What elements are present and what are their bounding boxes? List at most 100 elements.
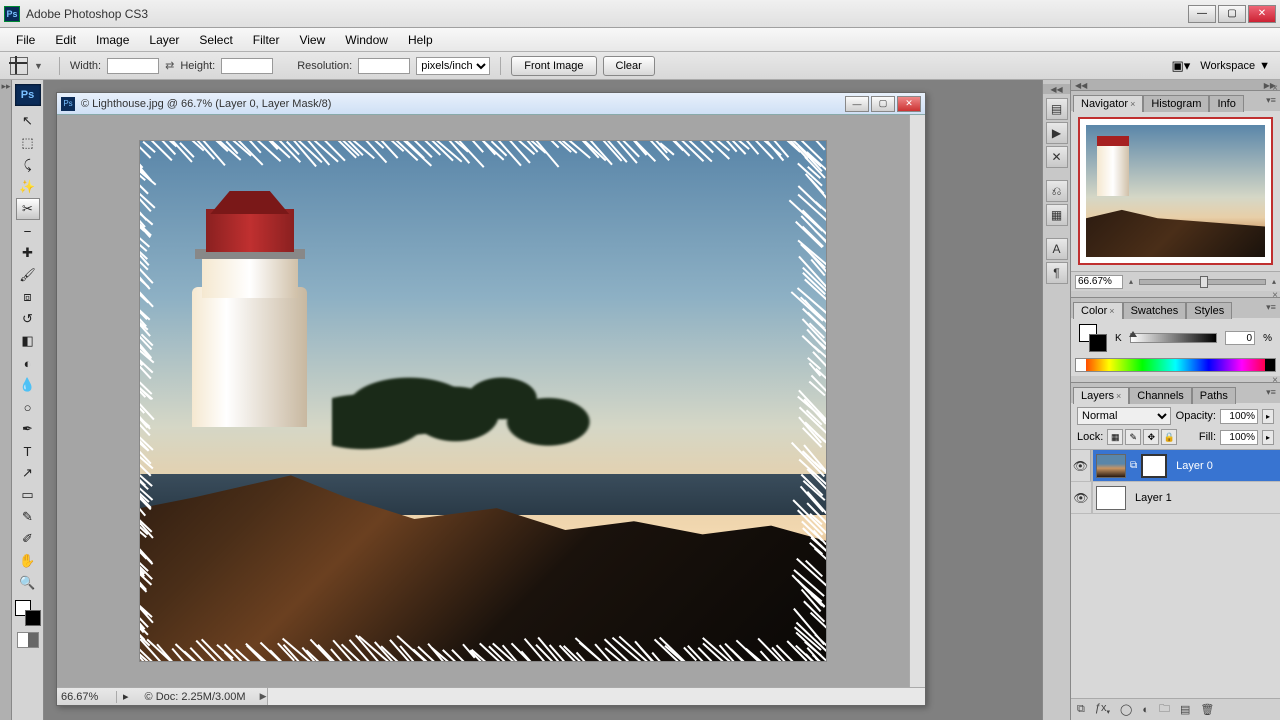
tab-styles[interactable]: Styles bbox=[1186, 302, 1232, 319]
eyedropper-tool[interactable]: ✐ bbox=[16, 528, 40, 550]
character-icon[interactable]: A bbox=[1046, 238, 1068, 260]
menu-filter[interactable]: Filter bbox=[243, 33, 290, 47]
document-canvas[interactable] bbox=[140, 141, 826, 661]
panel-menu-icon[interactable]: ▾≡ bbox=[1264, 385, 1278, 399]
resolution-units-select[interactable]: pixels/inch bbox=[416, 57, 490, 75]
minimize-button[interactable]: — bbox=[1188, 5, 1216, 23]
layer-mask-icon[interactable]: ◯ bbox=[1120, 703, 1132, 716]
resolution-input[interactable] bbox=[358, 58, 410, 74]
lasso-tool[interactable]: ⤹ bbox=[16, 154, 40, 176]
new-layer-icon[interactable]: ▤ bbox=[1180, 703, 1190, 716]
horizontal-scrollbar[interactable] bbox=[267, 688, 926, 705]
opacity-flyout-icon[interactable]: ▸ bbox=[1262, 409, 1274, 424]
blend-mode-select[interactable]: Normal bbox=[1077, 407, 1171, 425]
tab-info[interactable]: Info bbox=[1209, 95, 1243, 112]
brushes-icon[interactable]: ▤ bbox=[1046, 98, 1068, 120]
vertical-scrollbar[interactable] bbox=[909, 115, 925, 687]
panels-collapse-bar[interactable]: ◀◀▶▶ bbox=[1071, 80, 1280, 90]
panel-menu-icon[interactable]: ▾≡ bbox=[1264, 300, 1278, 314]
layer-row[interactable]: 👁 Layer 1 bbox=[1071, 482, 1280, 514]
layer-name[interactable]: Layer 0 bbox=[1170, 460, 1213, 472]
path-select-tool[interactable]: ↗ bbox=[16, 462, 40, 484]
menu-layer[interactable]: Layer bbox=[139, 33, 189, 47]
actions-icon[interactable]: ▦ bbox=[1046, 204, 1068, 226]
marquee-tool[interactable]: ⬚ bbox=[16, 132, 40, 154]
background-swatch[interactable] bbox=[25, 610, 41, 626]
hand-tool[interactable]: ✋ bbox=[16, 550, 40, 572]
lock-all-icon[interactable]: 🔒 bbox=[1161, 429, 1177, 445]
k-slider[interactable] bbox=[1130, 333, 1217, 343]
adjustment-layer-icon[interactable]: ◐ bbox=[1142, 704, 1149, 716]
toolbox-grip-strip[interactable]: ▸▸ bbox=[0, 80, 12, 720]
lock-pixels-icon[interactable]: ✎ bbox=[1125, 429, 1141, 445]
workspace-menu[interactable]: Workspace ▼ bbox=[1200, 60, 1270, 72]
pen-tool[interactable]: ✒ bbox=[16, 418, 40, 440]
crop-tool[interactable]: ✂ bbox=[16, 198, 40, 220]
layer-thumbnail[interactable] bbox=[1096, 486, 1126, 510]
navigator-zoom-input[interactable] bbox=[1075, 275, 1123, 289]
zoom-in-icon[interactable]: ▴ bbox=[1272, 277, 1276, 286]
height-input[interactable] bbox=[221, 58, 273, 74]
navigator-thumbnail[interactable] bbox=[1078, 117, 1273, 265]
zoom-tool[interactable]: 🔍 bbox=[16, 572, 40, 594]
tool-presets-icon[interactable]: ✕ bbox=[1046, 146, 1068, 168]
color-ramp[interactable] bbox=[1075, 358, 1276, 372]
clone-source-icon[interactable]: ▶ bbox=[1046, 122, 1068, 144]
zoom-readout[interactable]: 66.67% bbox=[57, 691, 117, 703]
quick-mask-icon[interactable] bbox=[17, 632, 39, 648]
front-image-button[interactable]: Front Image bbox=[511, 56, 596, 76]
status-arrow-icon[interactable]: ▸ bbox=[117, 690, 135, 703]
tab-layers[interactable]: Layers× bbox=[1073, 387, 1129, 404]
zoom-out-icon[interactable]: ▴ bbox=[1129, 277, 1133, 286]
doc-close-button[interactable]: ✕ bbox=[897, 96, 921, 112]
doc-maximize-button[interactable]: ▢ bbox=[871, 96, 895, 112]
rectangle-tool[interactable]: ▭ bbox=[16, 484, 40, 506]
layer-name[interactable]: Layer 1 bbox=[1129, 492, 1172, 504]
menu-help[interactable]: Help bbox=[398, 33, 443, 47]
slice-tool[interactable]: ⎯ bbox=[16, 220, 40, 242]
dock-collapse-bar[interactable]: ◀◀ bbox=[1043, 84, 1070, 94]
tab-channels[interactable]: Channels bbox=[1129, 387, 1191, 404]
menu-window[interactable]: Window bbox=[335, 33, 398, 47]
maximize-button[interactable]: ▢ bbox=[1218, 5, 1246, 23]
layer-style-icon[interactable]: ƒx▾ bbox=[1095, 702, 1110, 716]
k-value-input[interactable] bbox=[1225, 331, 1255, 345]
width-input[interactable] bbox=[107, 58, 159, 74]
dodge-tool[interactable]: ○ bbox=[16, 396, 40, 418]
link-layers-icon[interactable]: ⧉ bbox=[1077, 703, 1085, 716]
opacity-input[interactable] bbox=[1220, 409, 1258, 424]
panel-menu-icon[interactable]: ▾≡ bbox=[1264, 93, 1278, 107]
menu-file[interactable]: File bbox=[6, 33, 45, 47]
tab-color[interactable]: Color× bbox=[1073, 302, 1123, 319]
color-panel-swatches[interactable] bbox=[1079, 324, 1107, 352]
delete-layer-icon[interactable]: 🗑 bbox=[1200, 703, 1214, 716]
eraser-tool[interactable]: ◧ bbox=[16, 330, 40, 352]
layer-thumbnail[interactable] bbox=[1096, 454, 1126, 478]
layer-row[interactable]: 👁 ⧉ Layer 0 bbox=[1071, 450, 1280, 482]
menu-image[interactable]: Image bbox=[86, 33, 139, 47]
lock-position-icon[interactable]: ✥ bbox=[1143, 429, 1159, 445]
menu-view[interactable]: View bbox=[289, 33, 335, 47]
go-to-bridge-icon[interactable]: ▣▾ bbox=[1171, 58, 1190, 74]
color-swatches[interactable] bbox=[15, 600, 41, 626]
visibility-toggle-icon[interactable]: 👁 bbox=[1071, 450, 1091, 481]
layer-group-icon[interactable]: 🗀 bbox=[1159, 700, 1170, 719]
gradient-tool[interactable]: ◐ bbox=[16, 352, 40, 374]
layer-mask-thumbnail[interactable] bbox=[1141, 454, 1167, 478]
move-tool[interactable]: ↖ bbox=[16, 110, 40, 132]
mask-link-icon[interactable]: ⧉ bbox=[1130, 460, 1137, 471]
brush-tool[interactable]: 🖌 bbox=[16, 264, 40, 286]
tool-preset-dropdown-icon[interactable]: ▼ bbox=[34, 61, 43, 71]
lock-transparency-icon[interactable]: ▦ bbox=[1107, 429, 1123, 445]
visibility-toggle-icon[interactable]: 👁 bbox=[1071, 491, 1091, 505]
tab-paths[interactable]: Paths bbox=[1192, 387, 1236, 404]
notes-tool[interactable]: ✎ bbox=[16, 506, 40, 528]
navigator-zoom-slider[interactable] bbox=[1139, 279, 1266, 285]
stamp-tool[interactable]: ⧈ bbox=[16, 286, 40, 308]
menu-edit[interactable]: Edit bbox=[45, 33, 86, 47]
type-tool[interactable]: T bbox=[16, 440, 40, 462]
tab-swatches[interactable]: Swatches bbox=[1123, 302, 1187, 319]
magic-wand-tool[interactable]: ✨ bbox=[16, 176, 40, 198]
close-button[interactable]: ✕ bbox=[1248, 5, 1276, 23]
doc-size-info[interactable]: © Doc: 2.25M/3.00M bbox=[135, 691, 256, 703]
